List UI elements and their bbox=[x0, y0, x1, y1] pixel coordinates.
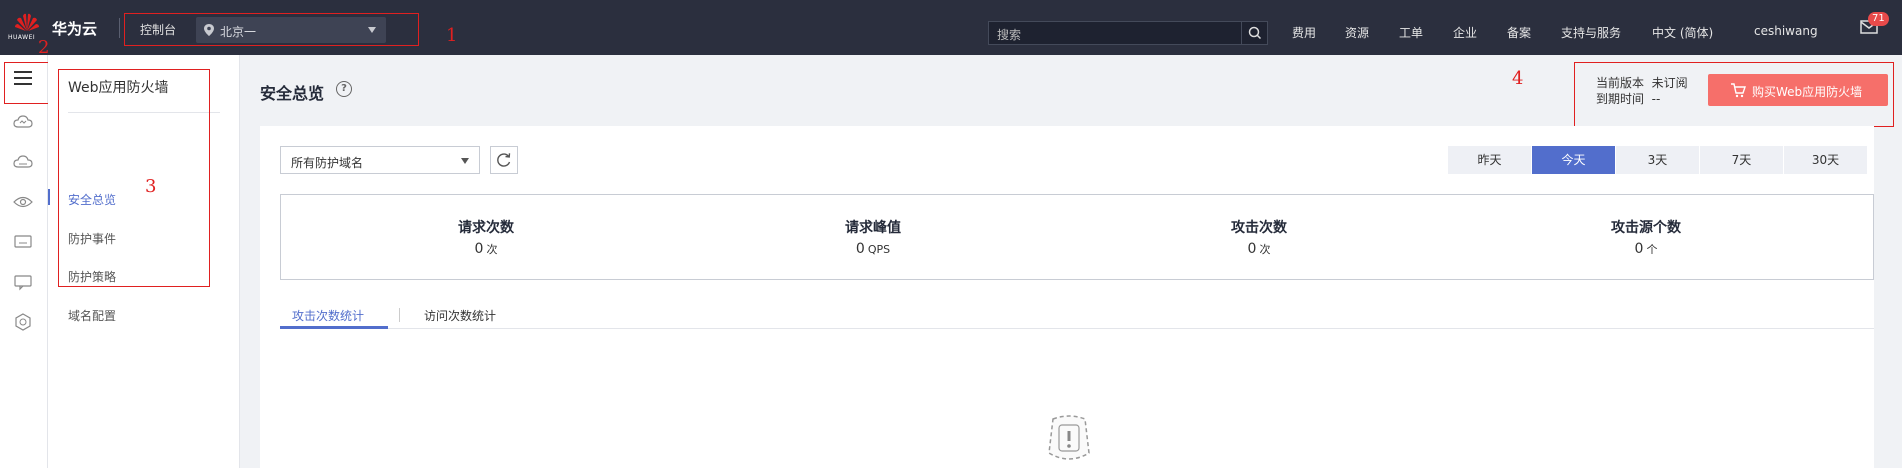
stat-value: 0 bbox=[855, 241, 865, 257]
annotation-box-1 bbox=[124, 13, 419, 46]
stat-title: 攻击次数 bbox=[1231, 220, 1287, 236]
time-tab-yesterday[interactable]: 昨天 bbox=[1448, 146, 1532, 174]
stat-title: 攻击源个数 bbox=[1611, 220, 1681, 236]
top-bar: HUAWEI 华为云 控制台 北京一 1 搜索 费用 资源 工单 企业 备案 支… bbox=[0, 0, 1902, 55]
nav-fees[interactable]: 费用 bbox=[1292, 24, 1316, 41]
mail-badge: 71 bbox=[1868, 12, 1889, 26]
refresh-button[interactable] bbox=[490, 146, 518, 174]
refresh-icon bbox=[497, 153, 511, 167]
divider bbox=[119, 18, 120, 38]
search-icon bbox=[1248, 26, 1262, 40]
annotation-number-3: 3 bbox=[145, 176, 157, 197]
tab-visit-stats[interactable]: 访问次数统计 bbox=[424, 307, 496, 324]
stat-sources: 攻击源个数 0个 bbox=[1526, 217, 1766, 257]
time-tab-7days[interactable]: 7天 bbox=[1700, 146, 1784, 174]
hexagon-icon[interactable] bbox=[12, 313, 34, 331]
empty-state-icon bbox=[1048, 415, 1090, 460]
nav-enterprise[interactable]: 企业 bbox=[1453, 24, 1477, 41]
stat-title: 请求峰值 bbox=[845, 220, 901, 236]
annotation-box-4 bbox=[1574, 62, 1894, 127]
page-title: 安全总览 bbox=[260, 84, 325, 103]
stat-attacks: 攻击次数 0次 bbox=[1139, 217, 1379, 257]
annotation-number-4: 4 bbox=[1512, 68, 1524, 89]
tab-attack-stats[interactable]: 攻击次数统计 bbox=[292, 307, 364, 324]
cloud-server-icon[interactable] bbox=[12, 153, 34, 171]
time-tab-30days[interactable]: 30天 bbox=[1784, 146, 1868, 174]
menu-item-domains[interactable]: 域名配置 bbox=[68, 307, 116, 324]
search-input[interactable]: 搜索 bbox=[988, 21, 1268, 45]
nav-language[interactable]: 中文 (简体) bbox=[1652, 24, 1713, 41]
monitor-icon[interactable] bbox=[12, 233, 34, 251]
domain-select-value: 所有防护域名 bbox=[291, 156, 364, 170]
active-indicator bbox=[48, 189, 50, 205]
stat-unit: 次 bbox=[1259, 243, 1271, 256]
chat-icon[interactable] bbox=[12, 273, 34, 291]
divider bbox=[399, 308, 400, 322]
eye-icon[interactable] bbox=[12, 193, 34, 211]
brand-name[interactable]: 华为云 bbox=[52, 18, 97, 39]
help-icon[interactable]: ? bbox=[336, 81, 352, 97]
stats-panel: 请求次数 0次 请求峰值 0 QPS 攻击次数 0次 攻击源个数 0个 bbox=[280, 194, 1874, 280]
time-tab-3days[interactable]: 3天 bbox=[1616, 146, 1700, 174]
stat-unit: 次 bbox=[486, 243, 498, 256]
nav-user[interactable]: ceshiwang bbox=[1754, 24, 1818, 38]
time-tab-today[interactable]: 今天 bbox=[1532, 146, 1616, 174]
nav-filing[interactable]: 备案 bbox=[1507, 24, 1531, 41]
huawei-flower-icon bbox=[15, 13, 39, 31]
chart-tabs: 攻击次数统计 访问次数统计 bbox=[280, 303, 1874, 329]
search-button[interactable] bbox=[1241, 22, 1267, 44]
search-placeholder: 搜索 bbox=[997, 28, 1022, 42]
chevron-down-icon bbox=[461, 158, 469, 164]
domain-select[interactable]: 所有防护域名 bbox=[280, 146, 480, 174]
icon-rail bbox=[0, 55, 48, 468]
annotation-box-3 bbox=[58, 69, 210, 287]
nav-support[interactable]: 支持与服务 bbox=[1561, 24, 1621, 41]
overview-card: 所有防护域名 昨天 今天 3天 7天 30天 请求次数 0次 请求峰值 0 QPS… bbox=[260, 126, 1874, 468]
nav-tickets[interactable]: 工单 bbox=[1399, 24, 1423, 41]
logo-text: HUAWEI bbox=[8, 34, 36, 41]
nav-resources[interactable]: 资源 bbox=[1345, 24, 1369, 41]
stat-requests: 请求次数 0次 bbox=[366, 217, 606, 257]
stat-value: 0 bbox=[1634, 241, 1644, 257]
stat-value: 0 bbox=[474, 241, 484, 257]
cloud-icon[interactable] bbox=[12, 113, 34, 131]
stat-value: 0 bbox=[1247, 241, 1257, 257]
time-range-tabs: 昨天 今天 3天 7天 30天 bbox=[1448, 146, 1868, 174]
annotation-number-1: 1 bbox=[446, 25, 458, 46]
stat-unit: QPS bbox=[867, 243, 891, 256]
active-tab-indicator bbox=[280, 326, 388, 329]
stat-unit: 个 bbox=[1646, 243, 1658, 256]
stat-peak: 请求峰值 0 QPS bbox=[753, 217, 993, 257]
stat-title: 请求次数 bbox=[458, 220, 514, 236]
